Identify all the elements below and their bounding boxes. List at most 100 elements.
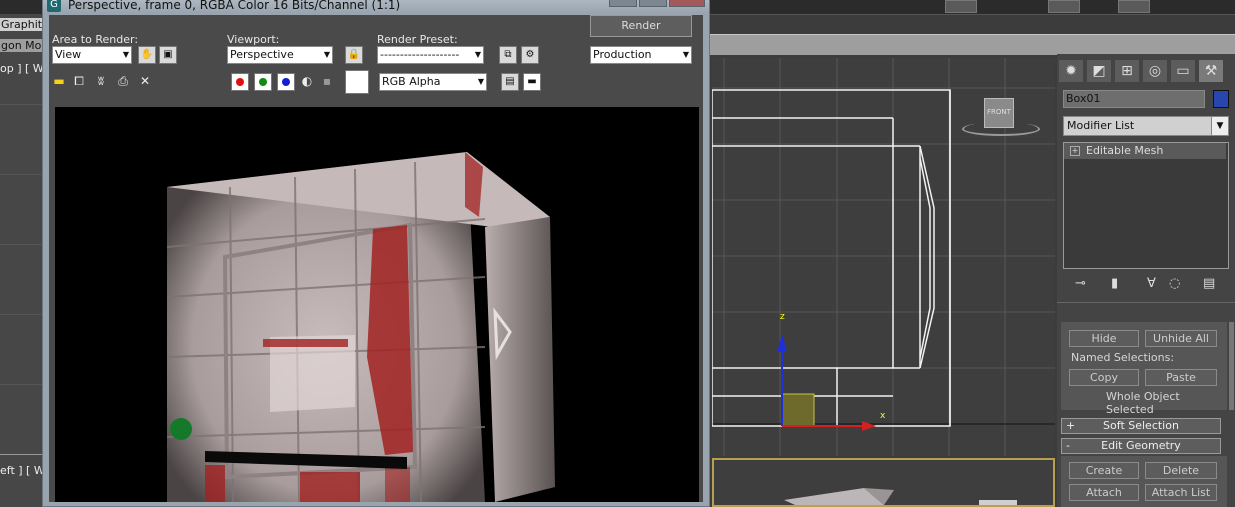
copy-button[interactable]: Copy [1069,369,1139,386]
viewport-dropdown[interactable]: Perspective ▼ [227,46,333,64]
lock-icon[interactable]: 🔒 [345,46,363,64]
save-image-icon[interactable]: ▬ [51,73,67,89]
attach-button[interactable]: Attach [1069,484,1139,501]
display-channel-dropdown[interactable]: RGB Alpha ▼ [379,73,487,91]
auto-region-icon[interactable]: ▣ [159,46,177,64]
chevron-down-icon: ▼ [474,50,481,59]
rendered-image [55,107,699,502]
pin-stack-icon[interactable]: ⊸ [1075,276,1086,291]
hide-button[interactable]: Hide [1069,330,1139,347]
object-color-swatch[interactable] [1213,90,1229,108]
rendered-cube-image [166,152,555,502]
viewport-value: Perspective [230,48,294,61]
app-icon: G [47,0,61,12]
toolbar-button[interactable] [1118,0,1150,13]
maximize-button[interactable] [639,0,667,7]
paste-button[interactable]: Paste [1145,369,1217,386]
edit-region-icon[interactable]: ✋ [138,46,156,64]
monochrome-icon[interactable]: ▪ [319,73,335,89]
chevron-down-icon: ▼ [477,77,484,86]
soft-selection-rollout[interactable]: + Soft Selection [1061,418,1221,434]
perspective-preview [784,488,1017,505]
render-preset-label: Render Preset: [377,33,458,46]
polygon-modeling-tab[interactable]: gon Mo [0,39,43,52]
stack-item-editable-mesh[interactable]: + Editable Mesh [1064,143,1226,159]
left-viewport-strip: Graphite gon Mo op ] [ W eft ] [ W [0,14,50,507]
rendered-frame-window: G Perspective, frame 0, RGBA Color 16 Bi… [42,0,710,507]
render-preset-value: -------------------- [380,48,460,61]
grid-line [0,384,42,385]
chevron-down-icon: ▼ [323,50,330,59]
clone-frame-icon[interactable]: ʬ [93,73,109,89]
alpha-channel-icon[interactable]: ◐ [299,73,315,89]
configure-sets-icon[interactable]: ▤ [1203,276,1215,291]
red-channel-toggle[interactable] [231,73,249,91]
selection-rollout: Hide Unhide All Named Selections: Copy P… [1061,322,1227,416]
perspective-viewport[interactable] [712,458,1055,507]
panel-scrollbar[interactable] [1229,322,1234,410]
toolbar-button[interactable] [1048,0,1080,13]
unhide-all-button[interactable]: Unhide All [1145,330,1217,347]
graphite-ribbon [710,34,1235,55]
modifier-stack[interactable]: + Editable Mesh [1063,142,1229,269]
background-color-swatch[interactable] [345,70,369,94]
toggle-ui-icon[interactable]: ▬ [523,73,541,91]
make-unique-icon[interactable]: ∀ [1147,276,1156,291]
minimize-button[interactable] [609,0,637,7]
modify-tab-icon[interactable]: ◩ [1087,60,1111,82]
blue-channel-toggle[interactable] [277,73,295,91]
print-image-icon[interactable]: ⎙ [115,73,131,89]
copy-image-icon[interactable]: ⧠ [71,73,87,89]
display-tab-icon[interactable]: ▭ [1171,60,1195,82]
chevron-down-icon: ▼ [1211,117,1228,135]
grid-line [0,174,42,175]
area-to-render-dropdown[interactable]: View ▼ [52,46,132,64]
object-name-field[interactable]: Box01 [1063,90,1205,108]
viewport-divider [0,454,42,455]
edit-geometry-rollout[interactable]: - Edit Geometry [1061,438,1221,454]
front-viewport[interactable]: z x FRONT [712,58,1055,456]
create-button[interactable]: Create [1069,462,1139,479]
edit-geometry-body: Create Delete Attach Attach List [1061,456,1227,507]
area-to-render-value: View [55,48,82,61]
hierarchy-tab-icon[interactable]: ⊞ [1115,60,1139,82]
render-setup-icon[interactable]: ⧉ [499,46,517,64]
delete-button[interactable]: Delete [1145,462,1217,479]
grid-line [0,314,42,315]
viewcube-front-label: FRONT [987,108,1011,116]
expand-icon[interactable]: + [1070,146,1080,156]
utilities-tab-icon[interactable]: ⚒ [1199,60,1223,82]
environment-icon[interactable]: ⚙ [521,46,539,64]
show-end-result-icon[interactable]: ▮ [1111,276,1118,291]
modifier-list-dropdown[interactable]: Modifier List ▼ [1063,116,1229,136]
motion-tab-icon[interactable]: ◎ [1143,60,1167,82]
axis-x-label: x [880,411,886,421]
top-viewport-label[interactable]: op ] [ W [0,62,44,75]
render-frame-body: Area to Render: View ▼ ✋ ▣ Viewport: Per… [49,15,703,502]
close-button[interactable] [669,0,705,7]
attach-list-button[interactable]: Attach List [1145,484,1217,501]
grid-line [0,104,42,105]
soft-selection-sign: + [1066,419,1076,432]
left-viewport-label[interactable]: eft ] [ W [0,464,45,477]
create-tab-icon[interactable]: ✹ [1059,60,1083,82]
panel-divider [1057,302,1235,303]
toolbar-button[interactable] [945,0,977,13]
window-titlebar[interactable]: G Perspective, frame 0, RGBA Color 16 Bi… [43,0,709,13]
toggle-ui-overlay-icon[interactable]: ▤ [501,73,519,91]
selection-status: Whole Object Selected [1106,390,1180,416]
remove-modifier-icon[interactable]: ◌ [1169,276,1180,291]
viewcube-ring [962,122,1040,136]
area-to-render-label: Area to Render: [52,33,139,46]
modifier-list-value: Modifier List [1067,119,1135,132]
clear-icon[interactable]: ✕ [137,73,153,89]
edit-geometry-sign: - [1066,439,1070,452]
window-title: Perspective, frame 0, RGBA Color 16 Bits… [68,0,401,12]
production-dropdown[interactable]: Production ▼ [590,46,692,64]
green-channel-toggle[interactable] [254,73,272,91]
stack-item-label: Editable Mesh [1086,144,1164,157]
production-value: Production [593,48,652,61]
render-preset-dropdown[interactable]: -------------------- ▼ [377,46,484,64]
edit-geometry-label: Edit Geometry [1101,439,1181,452]
render-button[interactable]: Render [590,15,692,37]
